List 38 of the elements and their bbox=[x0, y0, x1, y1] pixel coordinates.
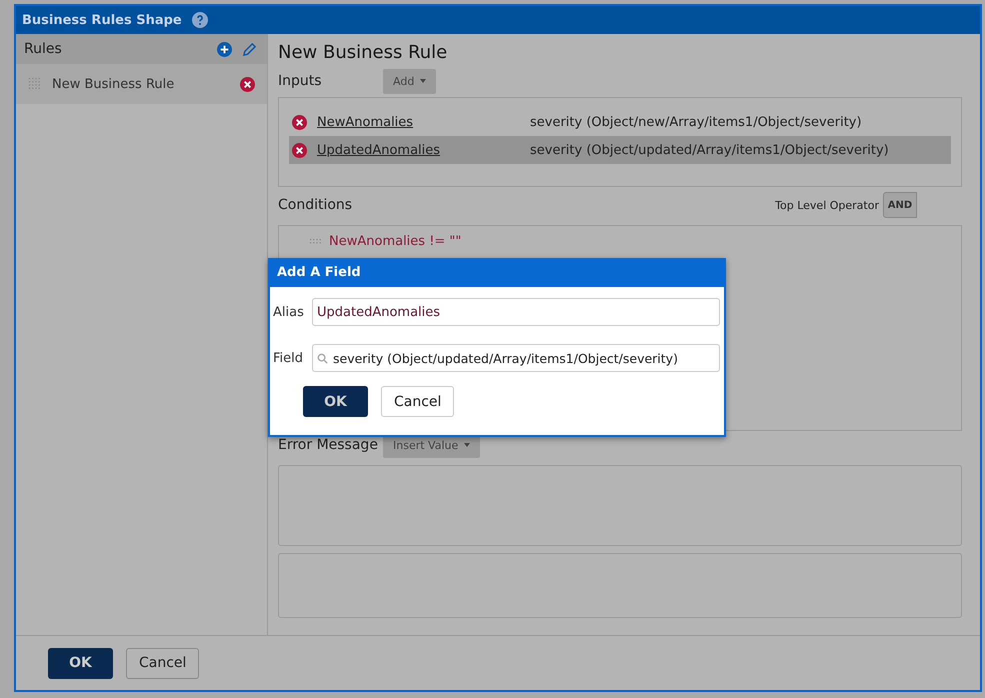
alias-link[interactable]: UpdatedAnomalies bbox=[317, 142, 530, 158]
window-title: Business Rules Shape bbox=[22, 12, 182, 28]
cancel-button[interactable]: Cancel bbox=[381, 386, 454, 417]
caret-icon bbox=[420, 79, 426, 83]
operator-button[interactable]: AND bbox=[883, 192, 917, 218]
ok-button[interactable]: OK bbox=[48, 648, 113, 678]
field-path: severity (Object/updated/Array/items1/Object/severity) bbox=[530, 142, 889, 158]
input-row[interactable]: UpdatedAnomalies severity (Object/updated/Array/items1/Object/severity) bbox=[289, 136, 951, 164]
drag-handle-icon[interactable] bbox=[309, 238, 323, 246]
section-title: Error Message bbox=[278, 437, 379, 453]
alias-field[interactable]: UpdatedAnomalies bbox=[312, 298, 720, 326]
rule-item[interactable]: New Business Rule bbox=[16, 64, 267, 104]
dialog-title: Add A Field bbox=[270, 258, 724, 287]
rule-title: New Business Rule bbox=[278, 42, 448, 63]
caret-icon bbox=[464, 443, 470, 447]
rules-title: Rules bbox=[24, 41, 63, 57]
input-row[interactable]: NewAnomalies severity (Object/new/Array/items1/Object/severity) bbox=[289, 108, 951, 136]
message-field[interactable] bbox=[278, 465, 962, 546]
operator-label: Top Level Operator bbox=[775, 198, 879, 212]
drag-handle-icon[interactable] bbox=[28, 77, 42, 91]
section-title: Conditions bbox=[278, 197, 354, 213]
help-icon[interactable] bbox=[192, 12, 208, 28]
field-label: Field bbox=[272, 350, 304, 366]
field-search-field[interactable]: severity (Object/updated/Array/items1/Object/severity) bbox=[312, 344, 720, 372]
remove-icon[interactable] bbox=[292, 114, 307, 130]
remove-icon[interactable] bbox=[292, 142, 307, 158]
field-path: severity (Object/new/Array/items1/Object/severity) bbox=[530, 114, 862, 130]
alias-label: Alias bbox=[272, 304, 305, 320]
alias-link[interactable]: NewAnomalies bbox=[317, 114, 530, 130]
search-icon bbox=[317, 352, 328, 364]
section-title: Inputs bbox=[278, 73, 323, 89]
ok-button[interactable]: OK bbox=[303, 386, 368, 417]
add-icon[interactable] bbox=[217, 42, 232, 56]
condition-text[interactable]: NewAnomalies != "" bbox=[329, 234, 462, 249]
message-field[interactable] bbox=[278, 553, 962, 618]
pencil-icon[interactable] bbox=[242, 42, 257, 56]
cancel-button[interactable]: Cancel bbox=[126, 648, 200, 678]
remove-icon[interactable] bbox=[240, 76, 255, 92]
